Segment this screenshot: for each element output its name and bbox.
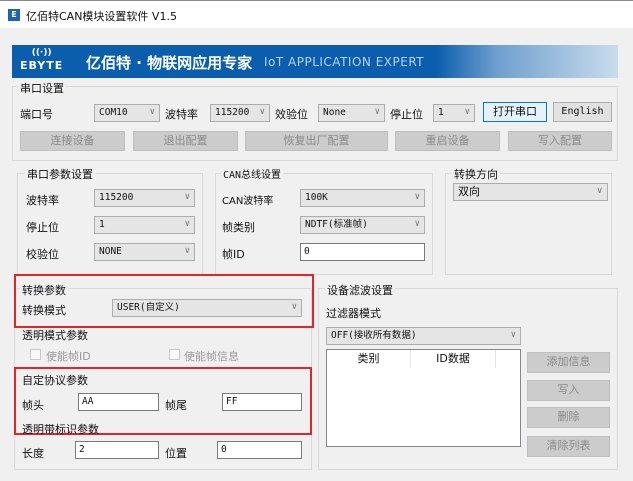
parity-label: 效验位 [275,108,308,121]
enable-frame-id-checkbox[interactable] [30,349,41,360]
tail-label: 帧尾 [165,399,187,412]
frame-type-label: 帧类别 [222,221,255,234]
chevron-down-icon: ∨ [414,192,420,202]
factory-reset-button[interactable]: 恢复出厂配置 [245,131,388,151]
slogan-en: IoT APPLICATION EXPERT [264,55,425,69]
parity-select[interactable]: None ∨ [318,104,385,122]
custom-protocol-title: 自定协议参数 [22,374,88,387]
head-input[interactable]: AA [78,393,159,411]
chevron-down-icon: ∨ [259,107,265,117]
sp-stop-label: 停止位 [26,221,59,234]
sp-baud-select[interactable]: 115200 ∨ [94,189,195,207]
column-header-category[interactable]: 类别 [327,350,411,368]
transparent-title: 透明模式参数 [22,329,88,342]
enable-frame-id-label: 使能帧ID [46,350,91,363]
chevron-down-icon: ∨ [596,186,603,196]
chevron-down-icon: ∨ [149,107,155,117]
tail-input[interactable]: FF [222,393,302,411]
enable-frame-info-label: 使能帧信息 [184,350,239,363]
filter-mode-label: 过滤器模式 [326,307,381,320]
can-settings-title: CAN总线设置 [221,166,284,181]
chevron-down-icon: ∨ [510,330,516,340]
wireless-signal-icon: ((·)) [31,48,52,58]
chevron-down-icon: ∨ [184,246,190,256]
write-config-button[interactable]: 写入配置 [508,131,612,151]
chevron-down-icon: ∨ [414,219,420,229]
enable-frame-info-checkbox[interactable] [169,349,180,360]
frame-id-label: 帧ID [222,248,245,261]
port-label: 端口号 [20,108,53,121]
window-title: 亿佰特CAN模块设置软件 V1.5 [26,10,177,23]
can-baud-label: CAN波特率 [222,196,274,207]
stop-select[interactable]: 1 ∨ [433,104,475,122]
add-info-button[interactable]: 添加信息 [527,352,610,373]
serial-params-title: 串口参数设置 [25,166,95,182]
baud-label: 波特率 [165,108,198,121]
filter-title: 设备滤波设置 [325,282,395,298]
direction-title: 转换方向 [452,166,500,182]
column-header-id-data[interactable]: ID数据 [411,350,496,368]
position-input[interactable]: 0 [217,441,302,459]
length-label: 长度 [22,447,44,460]
highlight-box [14,274,314,328]
restart-device-button[interactable]: 重启设备 [395,131,500,151]
baud-select[interactable]: 115200 ∨ [210,104,270,122]
english-button[interactable]: English [553,102,612,122]
filter-list[interactable]: 类别 ID数据 [326,349,521,447]
chevron-down-icon: ∨ [374,107,380,117]
frame-type-select[interactable]: NDTF(标准帧) ∨ [300,216,425,234]
can-baud-select[interactable]: 100K ∨ [300,189,425,207]
connect-device-button[interactable]: 连接设备 [20,131,125,151]
chevron-down-icon: ∨ [184,192,190,202]
write-button[interactable]: 写入 [527,380,610,401]
direction-select[interactable]: 双向 ∨ [453,183,608,201]
slogan: 亿佰特 · 物联网应用专家 [86,54,253,72]
clear-list-button[interactable]: 清除列表 [527,436,610,457]
sp-parity-label: 校验位 [26,248,59,261]
serial-settings-title: 串口设置 [18,80,66,96]
position-label: 位置 [165,447,187,460]
exit-config-button[interactable]: 退出配置 [133,131,238,151]
open-port-button[interactable]: 打开串口 [483,102,547,122]
length-input[interactable]: 2 [75,441,159,459]
chevron-down-icon: ∨ [464,107,470,117]
brand-banner: ((·)) EBYTE 亿佰特 · 物联网应用专家 IoT APPLICATIO… [12,45,618,78]
delete-button[interactable]: 删除 [527,407,610,428]
app-icon: E [8,9,20,21]
head-label: 帧头 [22,399,44,412]
sp-parity-select[interactable]: NONE ∨ [94,243,195,261]
sp-baud-label: 波特率 [26,194,59,207]
frame-id-input[interactable]: 0 [300,243,425,261]
port-select[interactable]: COM10 ∨ [94,104,160,122]
filter-mode-select[interactable]: OFF(接收所有数据) ∨ [326,327,521,345]
marked-title: 透明带标识参数 [22,423,99,436]
title-bar: E 亿佰特CAN模块设置软件 V1.5 [0,0,633,28]
sp-stop-select[interactable]: 1 ∨ [94,216,195,234]
ebyte-logo: ((·)) EBYTE [20,48,64,72]
stop-label: 停止位 [390,108,423,121]
chevron-down-icon: ∨ [184,219,190,229]
